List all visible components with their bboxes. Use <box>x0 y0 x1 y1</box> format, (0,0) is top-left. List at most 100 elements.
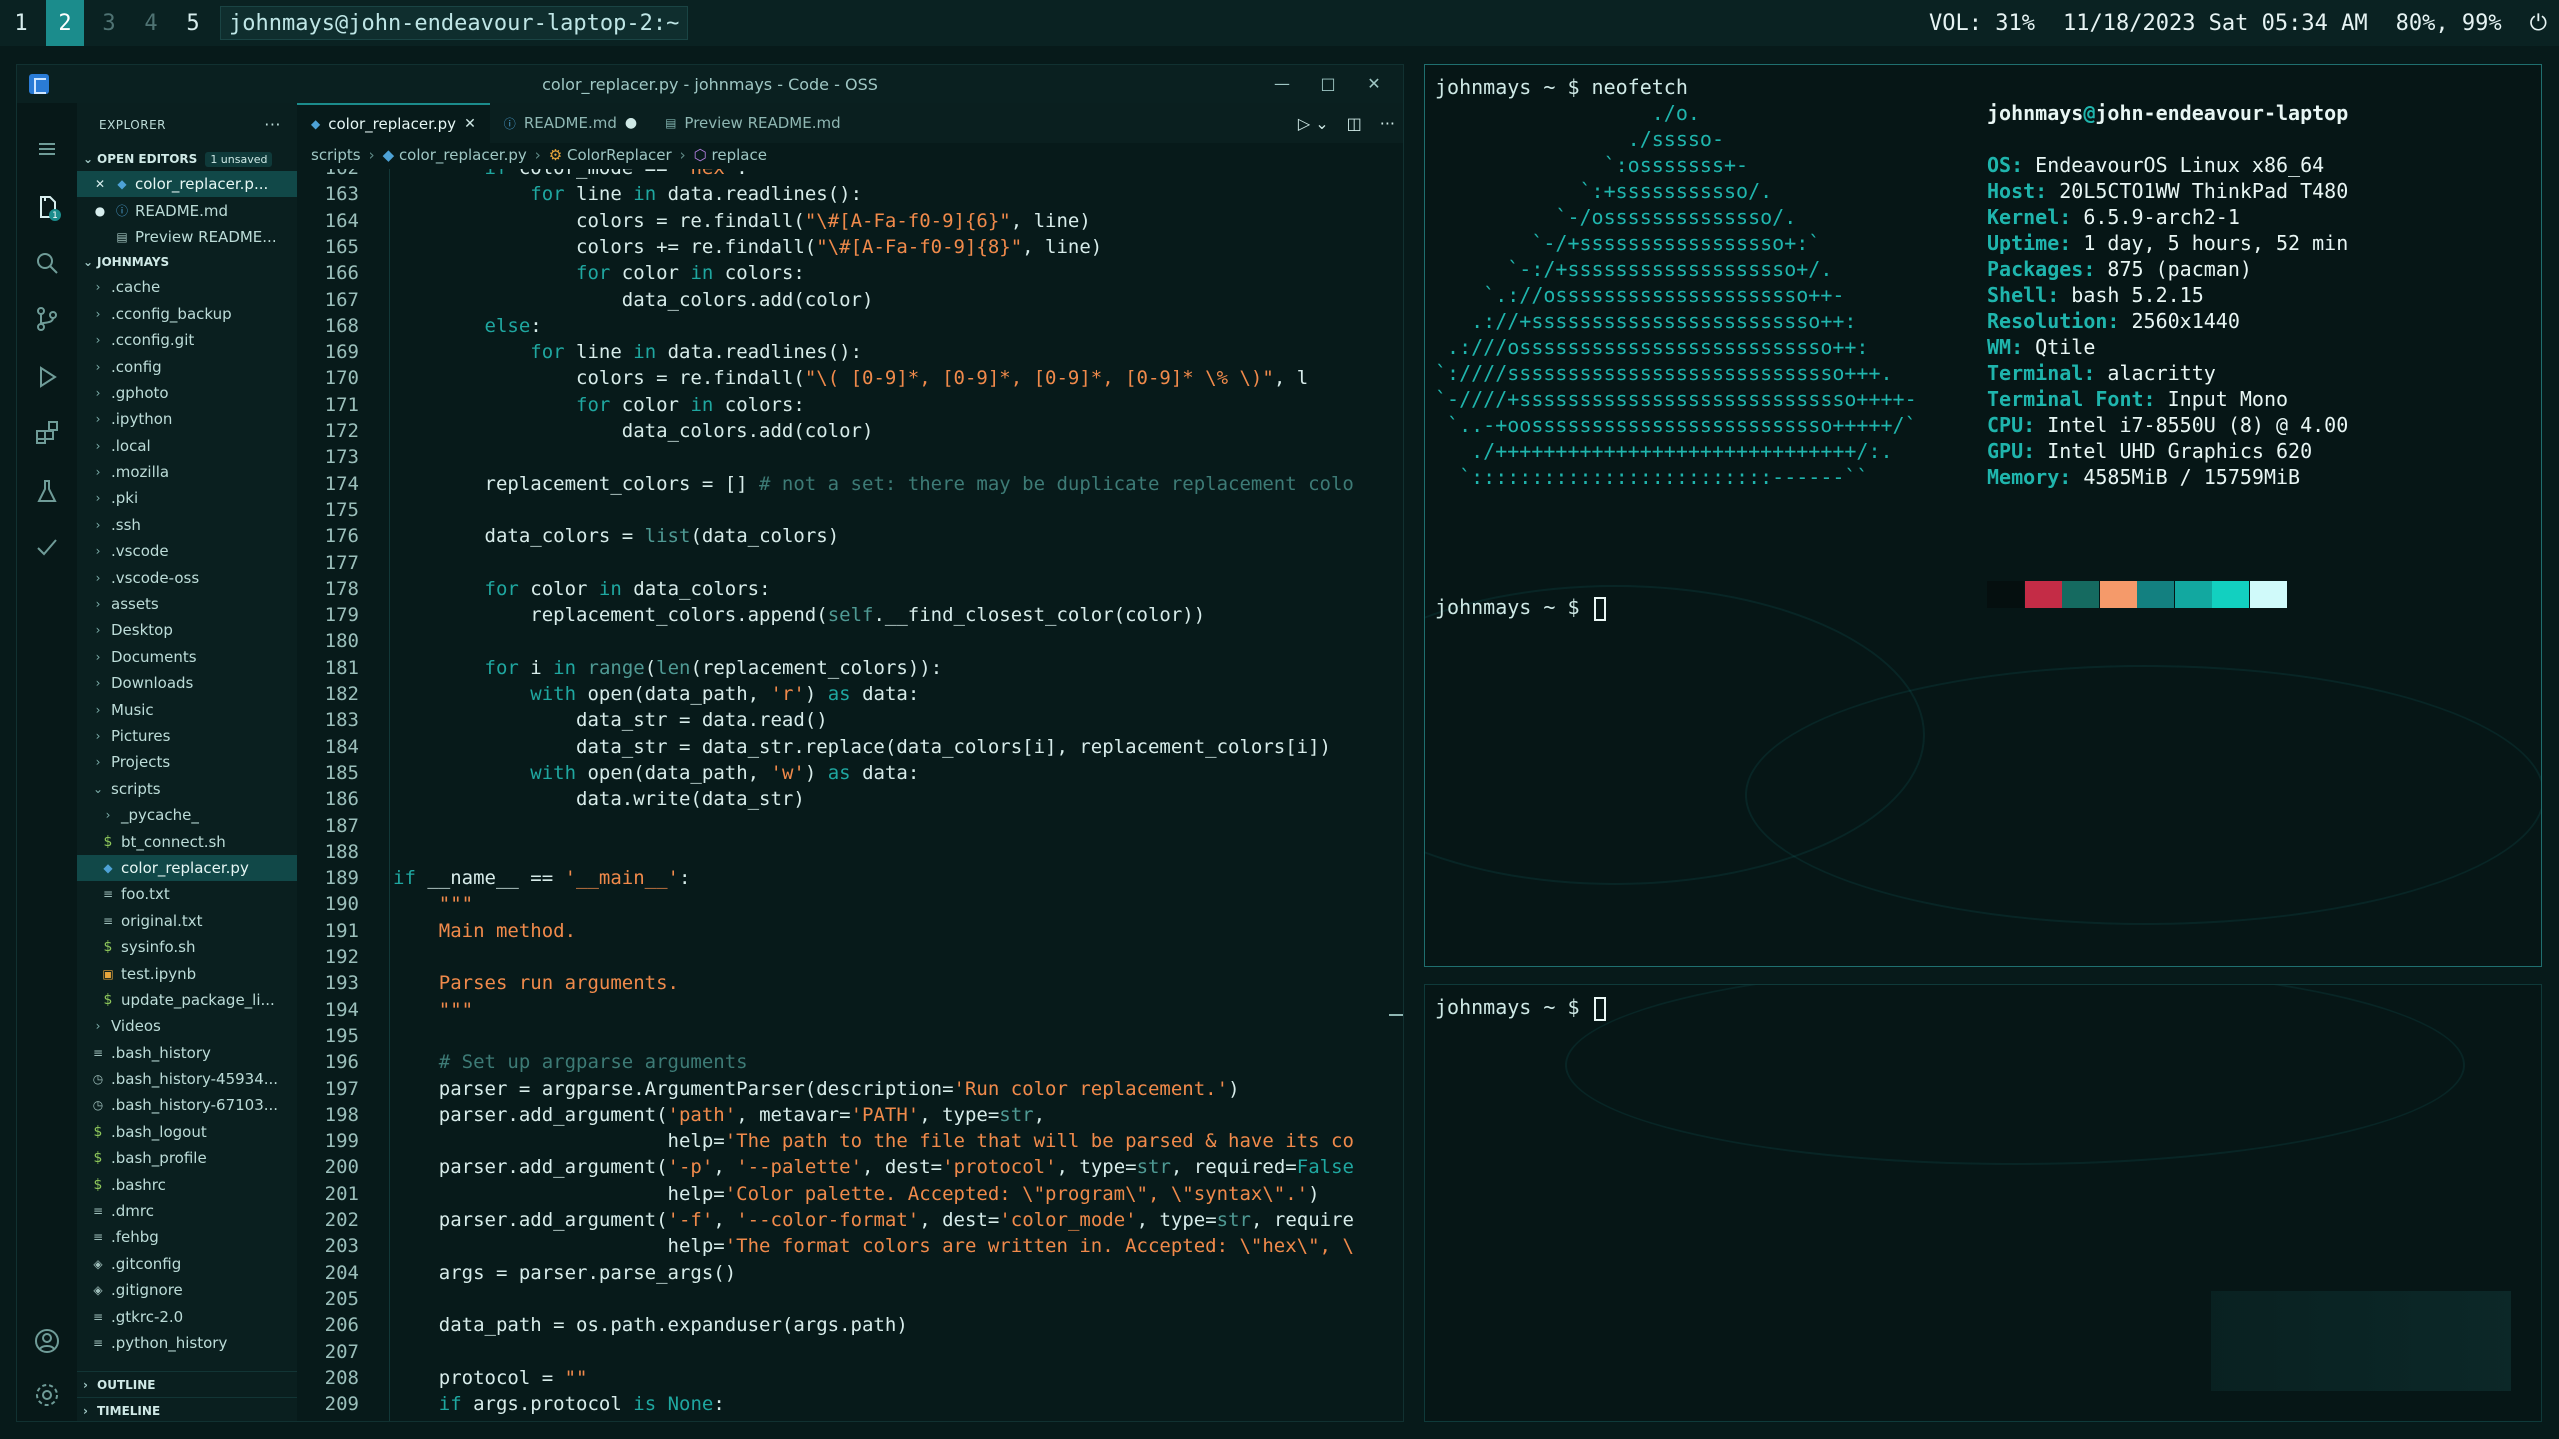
code-line[interactable]: 183 data_str = data.read() <box>297 707 1403 733</box>
close-editor-icon[interactable]: ✕ <box>91 177 109 191</box>
terminal-neofetch[interactable]: johnmays ~ $ neofetch ./o. ./sssso- `:os… <box>1424 64 2542 967</box>
code-line[interactable]: 168 else: <box>297 313 1403 339</box>
code-line[interactable]: 190 """ <box>297 891 1403 917</box>
code-line[interactable]: 186 data.write(data_str) <box>297 786 1403 812</box>
tree-item[interactable]: › .ipython <box>77 406 297 432</box>
close-icon[interactable]: ✕ <box>1359 71 1389 97</box>
tree-item[interactable]: › .ssh <box>77 512 297 538</box>
code-line[interactable]: 177 <box>297 550 1403 576</box>
code-line[interactable]: 196 # Set up argparse arguments <box>297 1049 1403 1075</box>
code-line[interactable]: 206 data_path = os.path.expanduser(args.… <box>297 1312 1403 1338</box>
volume-indicator[interactable]: VOL: 31% <box>1929 11 2035 36</box>
workspace-root-section[interactable]: ⌄ JOHNMAYS <box>77 250 297 274</box>
tree-item[interactable]: ≡ .fehbg <box>77 1224 297 1250</box>
testing-flask-icon[interactable] <box>31 475 63 507</box>
tree-item[interactable]: $ sysinfo.sh <box>77 934 297 960</box>
tree-item[interactable]: ≡ foo.txt <box>77 881 297 907</box>
tree-item[interactable]: › .config <box>77 353 297 379</box>
code-line[interactable]: 203 help='The format colors are written … <box>297 1233 1403 1259</box>
workspace-3[interactable]: 3 <box>88 0 130 46</box>
tree-item[interactable]: › Pictures <box>77 723 297 749</box>
code-line[interactable]: 189 if __name__ == '__main__': <box>297 865 1403 891</box>
code-line[interactable]: 174 replacement_colors = [] # not a set:… <box>297 471 1403 497</box>
more-actions-icon[interactable]: ··· <box>264 115 281 134</box>
tree-item[interactable]: › _pycache_ <box>77 802 297 828</box>
breadcrumb-item[interactable]: ⚙ ColorReplacer <box>549 146 672 164</box>
files-icon[interactable]: 1 <box>31 191 63 223</box>
code-line[interactable]: 192 <box>297 944 1403 970</box>
run-debug-icon[interactable] <box>31 361 63 393</box>
tree-item[interactable]: › .pki <box>77 485 297 511</box>
split-editor-icon[interactable]: ◫ <box>1347 114 1362 133</box>
code-editor[interactable]: 162 if color_mode == "hex":163 for line … <box>297 169 1403 1421</box>
code-line[interactable]: 176 data_colors = list(data_colors) <box>297 523 1403 549</box>
code-line[interactable]: 173 <box>297 444 1403 470</box>
tree-item[interactable]: ≡ .python_history <box>77 1330 297 1356</box>
open-editors-section[interactable]: ⌄ OPEN EDITORS 1 unsaved <box>77 147 297 171</box>
more-actions-icon[interactable]: ··· <box>1380 114 1395 133</box>
tree-item[interactable]: ≡ .dmrc <box>77 1198 297 1224</box>
code-line[interactable]: 208 protocol = "" <box>297 1365 1403 1391</box>
tree-item[interactable]: › Projects <box>77 749 297 775</box>
code-line[interactable]: 185 with open(data_path, 'w') as data: <box>297 760 1403 786</box>
code-line[interactable]: 180 <box>297 628 1403 654</box>
code-line[interactable]: 169 for line in data.readlines(): <box>297 339 1403 365</box>
code-line[interactable]: 167 data_colors.add(color) <box>297 287 1403 313</box>
settings-gear-icon[interactable] <box>31 1379 63 1411</box>
workspace-2[interactable]: 2 <box>46 0 84 46</box>
code-line[interactable]: 182 with open(data_path, 'r') as data: <box>297 681 1403 707</box>
tree-item[interactable]: $ update_package_li... <box>77 987 297 1013</box>
tree-item[interactable]: › .gphoto <box>77 380 297 406</box>
hamburger-menu-icon[interactable] <box>31 133 63 165</box>
code-line[interactable]: 162 if color_mode == "hex": <box>297 169 1403 181</box>
code-line[interactable]: 193 Parses run arguments. <box>297 970 1403 996</box>
tree-item[interactable]: ≡ original.txt <box>77 908 297 934</box>
tree-item[interactable]: › .cconfig.git <box>77 327 297 353</box>
open-editor-item[interactable]: ● ⓘ README.md <box>77 197 297 223</box>
tree-item[interactable]: $ .bash_profile <box>77 1145 297 1171</box>
breadcrumb-item[interactable]: ◆ color_replacer.py <box>383 146 527 164</box>
maximize-icon[interactable]: □ <box>1313 71 1343 97</box>
minimize-icon[interactable]: — <box>1267 71 1297 97</box>
code-line[interactable]: 163 for line in data.readlines(): <box>297 181 1403 207</box>
code-line[interactable]: 204 args = parser.parse_args() <box>297 1260 1403 1286</box>
code-line[interactable]: 164 colors = re.findall("\#[A-Fa-f0-9]{6… <box>297 208 1403 234</box>
tree-item[interactable]: ◷ .bash_history-67103... <box>77 1092 297 1118</box>
terminal-secondary[interactable]: johnmays ~ $ <box>1424 984 2542 1422</box>
code-line[interactable]: 187 <box>297 813 1403 839</box>
source-control-icon[interactable] <box>31 303 63 335</box>
code-line[interactable]: 172 data_colors.add(color) <box>297 418 1403 444</box>
timeline-section[interactable]: › TIMELINE <box>77 1397 297 1421</box>
code-line[interactable]: 194 """ <box>297 997 1403 1023</box>
workspace-5[interactable]: 5 <box>172 0 214 46</box>
tree-item[interactable]: › Videos <box>77 1013 297 1039</box>
tab-readme[interactable]: ⓘ README.md ● <box>490 103 651 143</box>
tree-item[interactable]: $ .bashrc <box>77 1171 297 1197</box>
tree-item[interactable]: › Downloads <box>77 670 297 696</box>
power-icon[interactable]: ⏻ <box>2530 11 2547 36</box>
code-line[interactable]: 197 parser = argparse.ArgumentParser(des… <box>297 1076 1403 1102</box>
tree-item[interactable]: › Documents <box>77 644 297 670</box>
code-line[interactable]: 200 parser.add_argument('-p', '--palette… <box>297 1154 1403 1180</box>
tree-item[interactable]: ▣ test.ipynb <box>77 960 297 986</box>
code-line[interactable]: 170 colors = re.findall("\( [0-9]*, [0-9… <box>297 365 1403 391</box>
tree-item[interactable]: $ .bash_logout <box>77 1119 297 1145</box>
tree-item[interactable]: › Music <box>77 696 297 722</box>
tree-item[interactable]: ≡ .bash_history <box>77 1040 297 1066</box>
code-line[interactable]: 171 for color in colors: <box>297 392 1403 418</box>
tab-preview-readme[interactable]: ▤ Preview README.md <box>651 103 855 143</box>
tree-item[interactable]: › .vscode-oss <box>77 564 297 590</box>
open-editor-item[interactable]: ✕ ◆ color_replacer.p... <box>77 171 297 198</box>
code-line[interactable]: 205 <box>297 1286 1403 1312</box>
tree-item[interactable]: › .local <box>77 433 297 459</box>
extensions-icon[interactable] <box>31 417 63 449</box>
checkmark-icon[interactable] <box>31 531 63 563</box>
tree-item[interactable]: › .vscode <box>77 538 297 564</box>
tab-color-replacer[interactable]: ◆ color_replacer.py ✕ <box>297 103 490 143</box>
tree-item[interactable]: › .mozilla <box>77 459 297 485</box>
tree-item[interactable]: › .cache <box>77 274 297 300</box>
outline-section[interactable]: › OUTLINE <box>77 1371 297 1397</box>
code-line[interactable]: 202 parser.add_argument('-f', '--color-f… <box>297 1207 1403 1233</box>
workspace-1[interactable]: 1 <box>0 0 42 46</box>
run-file-icon[interactable]: ▷ ⌄ <box>1298 114 1329 133</box>
